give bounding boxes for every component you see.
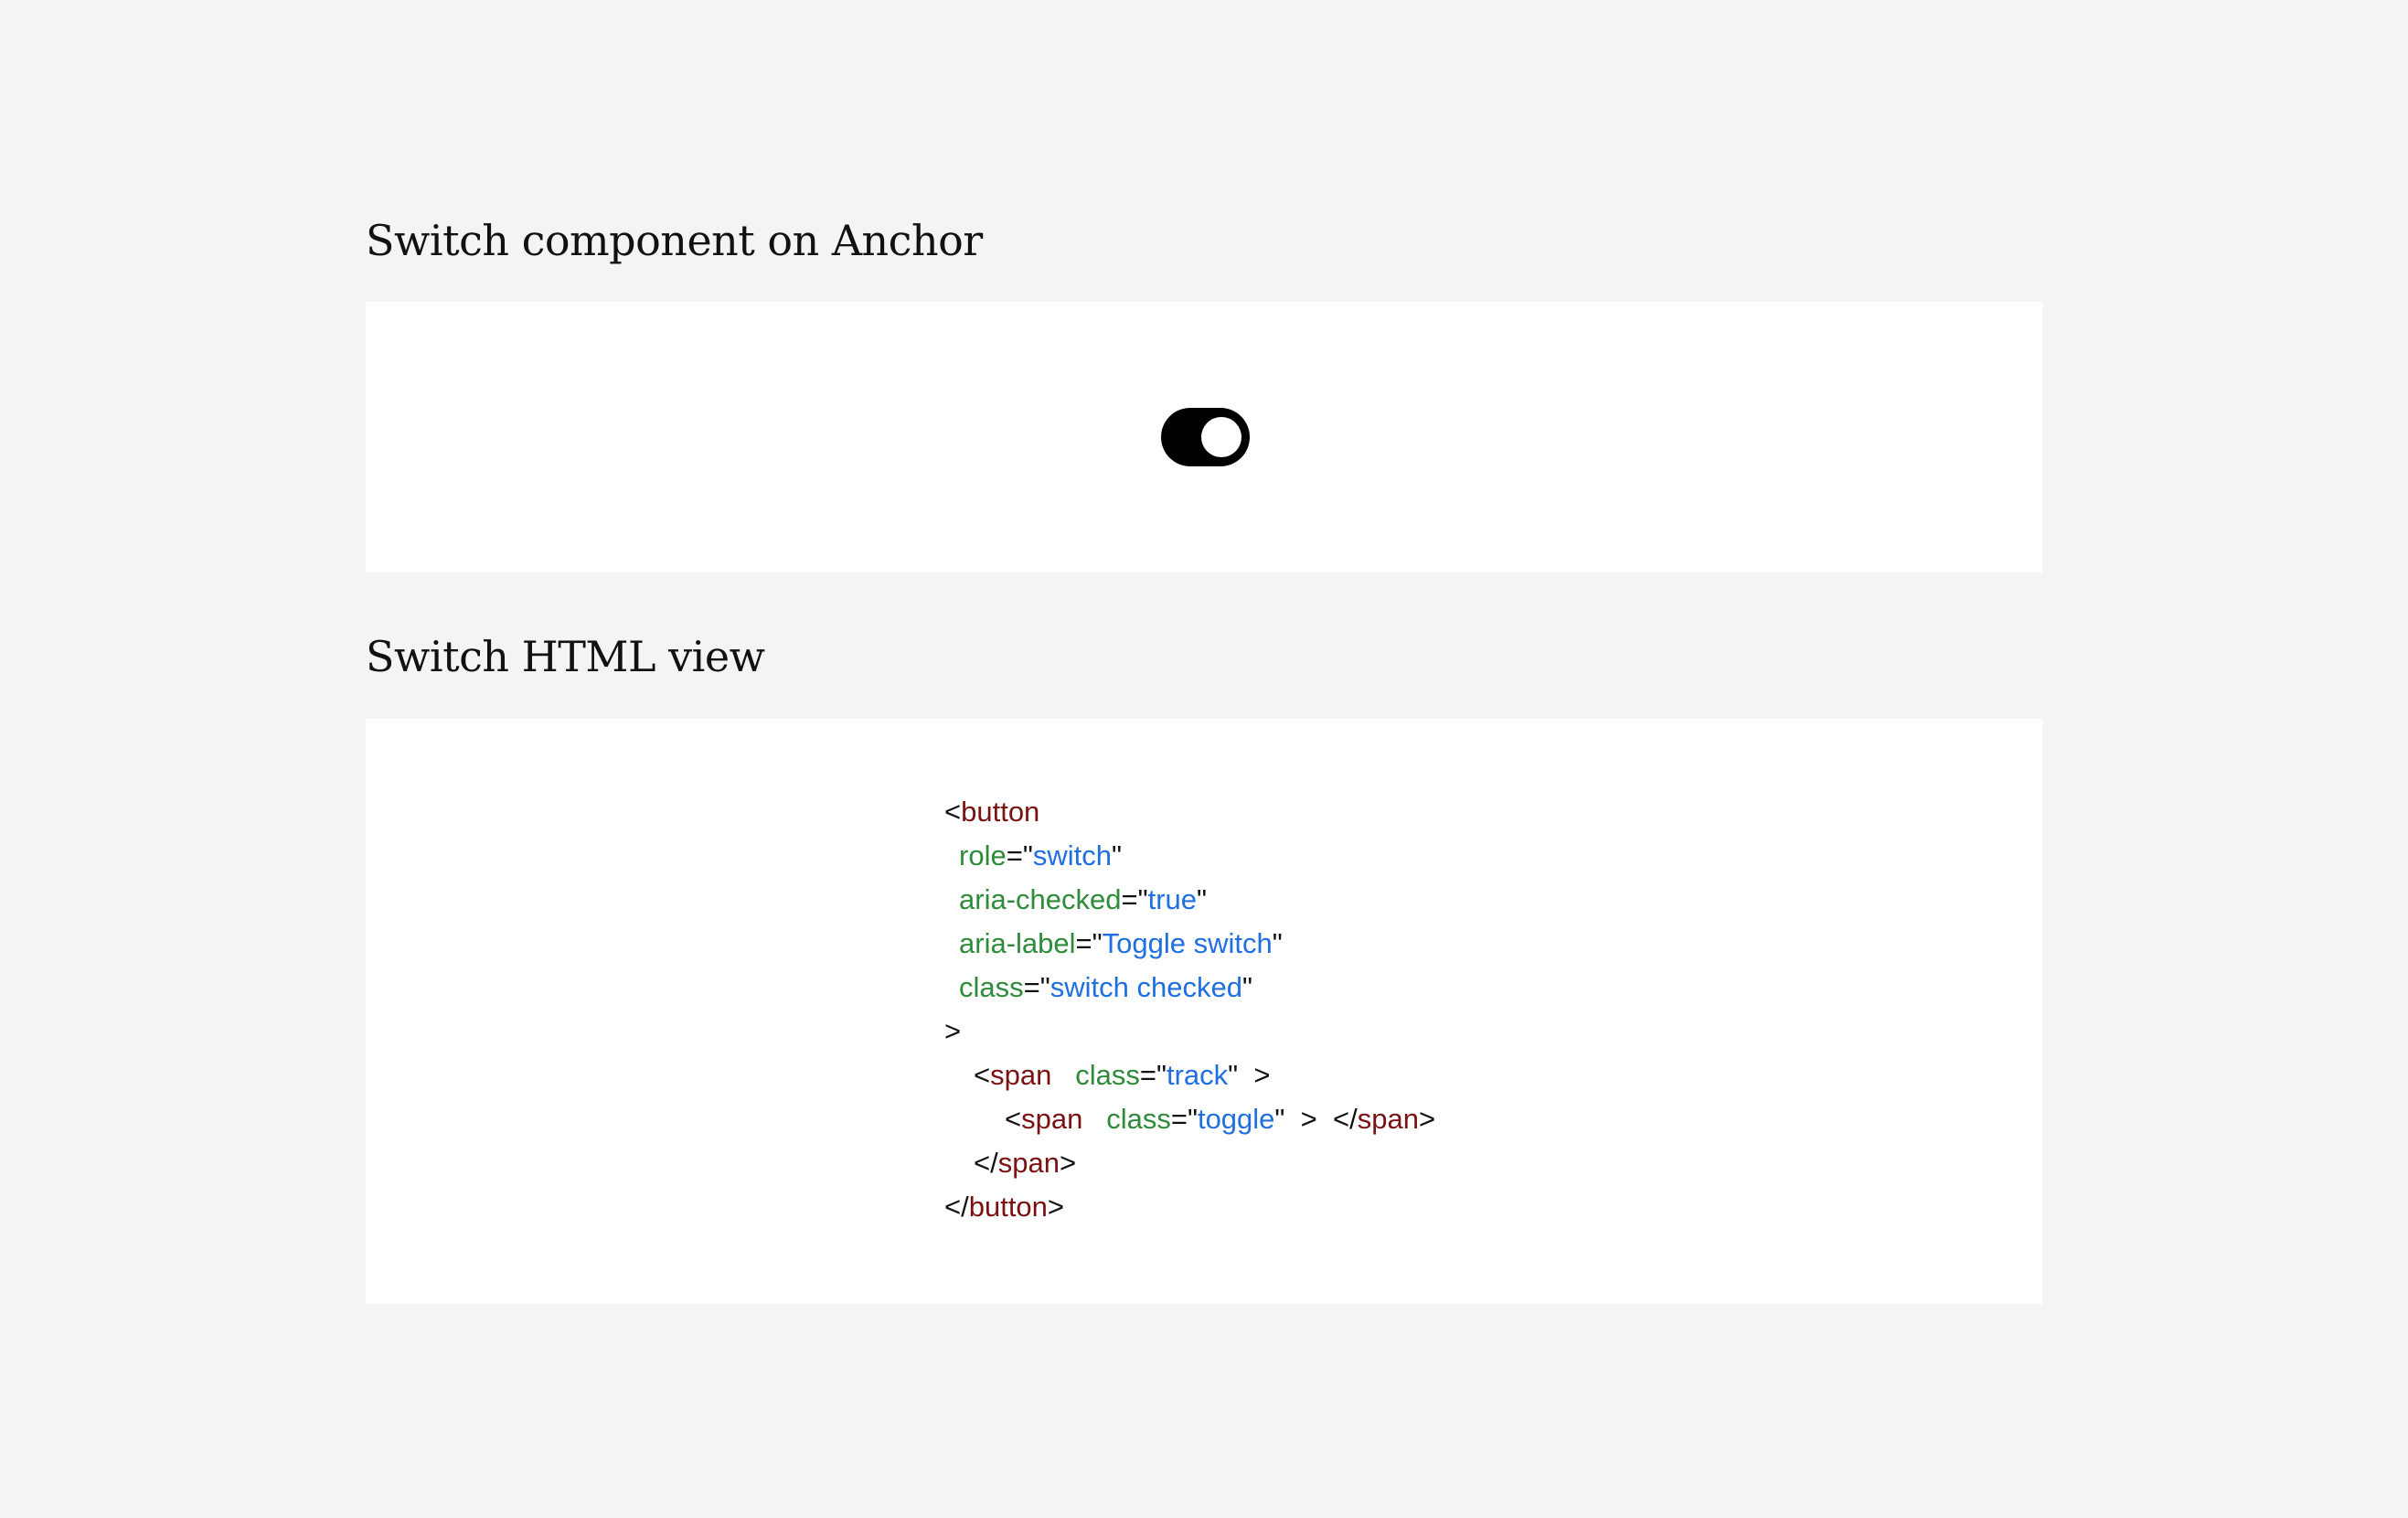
code-line-6: >	[944, 1015, 962, 1047]
code-line-9: </span>	[974, 1147, 1077, 1179]
code-line-4: aria-label="Toggle switch"	[959, 927, 1283, 959]
switch-html-code: <button role="switch" aria-checked="true" a…	[944, 790, 1435, 1229]
toggle-switch[interactable]	[1161, 408, 1250, 466]
code-line-10: </button>	[944, 1191, 1065, 1223]
code-line-1: <button	[944, 796, 1040, 828]
code-line-7: <span class="track" >	[974, 1059, 1271, 1091]
code-view-heading: Switch HTML view	[366, 632, 765, 681]
demo-heading: Switch component on Anchor	[366, 216, 983, 265]
switch-toggle-knob	[1201, 417, 1241, 457]
code-line-8: <span class="toggle" > </span>	[1005, 1103, 1436, 1135]
code-line-5: class="switch checked"	[959, 971, 1252, 1003]
code-line-3: aria-checked="true"	[959, 883, 1208, 915]
code-line-2: role="switch"	[959, 839, 1122, 871]
